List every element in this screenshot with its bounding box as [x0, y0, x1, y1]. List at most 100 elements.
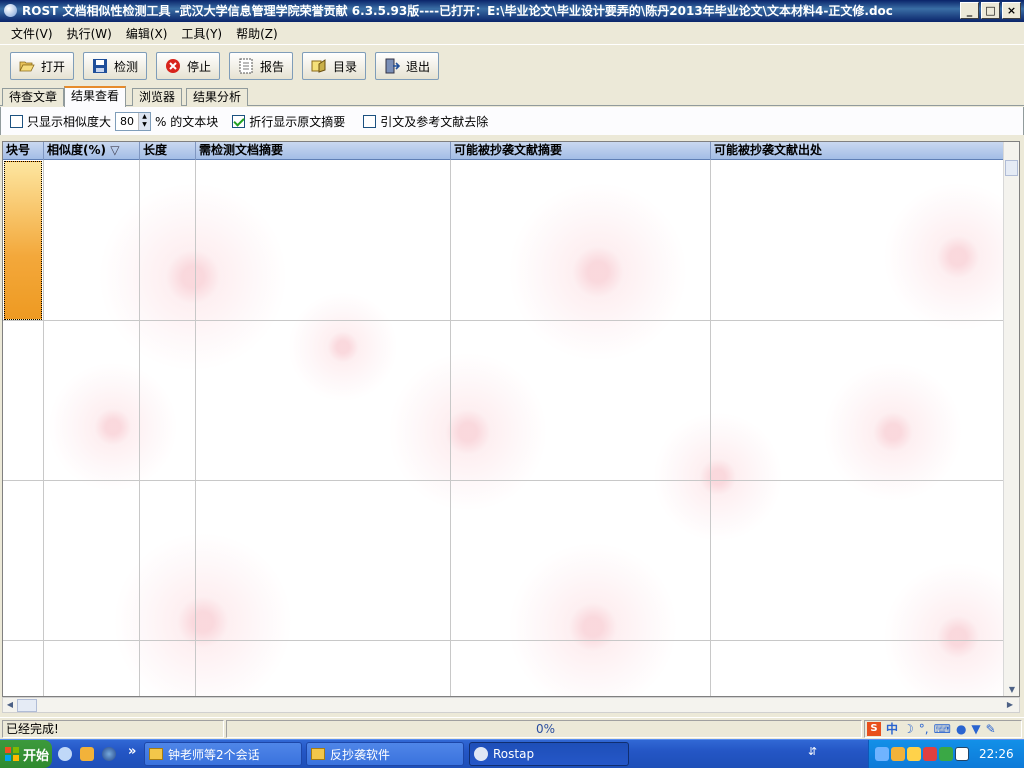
update-tray-icon[interactable]	[955, 747, 969, 761]
flower-watermark	[508, 182, 688, 362]
tab-strip: 待查文章 结果查看 浏览器 结果分析	[0, 86, 1024, 107]
vertical-scrollbar[interactable]: ▼	[1003, 142, 1019, 696]
taskbar-item-rostap-label: Rostap	[493, 747, 535, 761]
open-label: 打开	[41, 59, 66, 74]
col-length[interactable]: 长度	[140, 142, 196, 160]
scroll-right-icon[interactable]: ▶	[1003, 698, 1017, 712]
close-button[interactable]: ×	[1002, 2, 1021, 19]
network-tray-icon[interactable]	[875, 747, 889, 761]
quicklaunch-qq-icon[interactable]	[80, 747, 94, 761]
catalog-button[interactable]: 目录	[302, 52, 366, 80]
minimize-button[interactable]: _	[960, 2, 979, 19]
skin-icon[interactable]: ▼	[971, 721, 980, 737]
language-bar-icon[interactable]: ⇵	[808, 745, 817, 758]
qq-tray-icon[interactable]	[891, 747, 905, 761]
taskbar-item-folder[interactable]: 反抄袭软件	[306, 742, 464, 766]
folder-icon	[149, 748, 163, 760]
flower-watermark	[508, 542, 678, 696]
quicklaunch-network-icon[interactable]	[58, 747, 72, 761]
menu-tools[interactable]: 工具(Y)	[174, 25, 229, 42]
tab-result-view[interactable]: 结果查看	[64, 86, 127, 107]
status-message: 已经完成!	[2, 720, 224, 738]
sogou-ime-icon[interactable]: S	[867, 722, 881, 736]
chinese-mode-indicator[interactable]: 中	[886, 721, 898, 737]
stop-icon	[166, 59, 180, 73]
stop-label: 停止	[187, 59, 212, 74]
col-similarity-label: 相似度(%)	[47, 143, 106, 157]
detect-button[interactable]: 检测	[83, 52, 147, 80]
grid-divider	[710, 160, 711, 696]
scroll-down-icon[interactable]: ▼	[1004, 682, 1019, 696]
col-plagiarized-source-label: 可能被抄袭文献出处	[714, 143, 823, 157]
title-bar: ROST 文档相似性检测工具 -武汉大学信息管理学院荣誉贡献 6.3.5.93版…	[0, 0, 1024, 22]
punctuation-icon[interactable]: °,	[919, 721, 929, 737]
vertical-scroll-thumb[interactable]	[1005, 160, 1018, 176]
flower-watermark	[823, 362, 963, 502]
col-plagiarized-summary[interactable]: 可能被抄袭文献摘要	[451, 142, 711, 160]
spin-down-icon[interactable]: ▼	[139, 121, 151, 130]
menu-execute[interactable]: 执行(W)	[60, 25, 119, 42]
report-label: 报告	[260, 59, 285, 74]
catalog-icon	[311, 59, 326, 73]
clock[interactable]: 22:26	[979, 747, 1014, 761]
catalog-label: 目录	[333, 59, 358, 74]
system-tray: 22:26	[868, 740, 1024, 768]
col-similarity[interactable]: 相似度(%) ▽	[44, 142, 140, 160]
moon-icon[interactable]: ☽	[903, 721, 914, 737]
grid-row-divider	[3, 640, 1004, 641]
messenger-tray-icon[interactable]	[907, 747, 921, 761]
col-block-no[interactable]: 块号	[3, 142, 44, 160]
flower-watermark	[388, 352, 548, 512]
col-source-summary[interactable]: 需检测文档摘要	[196, 142, 451, 160]
folder-open-icon	[19, 61, 35, 72]
only-show-label: 只显示相似度大	[27, 114, 112, 129]
tab-result-analysis[interactable]: 结果分析	[186, 88, 249, 106]
flower-watermark	[288, 292, 398, 402]
menu-file[interactable]: 文件(V)	[4, 25, 60, 42]
wrap-checkbox[interactable]	[232, 114, 246, 128]
quicklaunch-browser-icon[interactable]	[102, 747, 116, 761]
taskbar-item-chat[interactable]: 钟老师等2个会话	[144, 742, 302, 766]
selected-cell[interactable]	[4, 161, 42, 320]
rost-app-icon	[474, 747, 488, 761]
scroll-left-icon[interactable]: ◀	[3, 698, 17, 712]
quicklaunch-chevron[interactable]: »	[128, 744, 136, 759]
user-icon[interactable]: ●	[956, 721, 966, 737]
spin-up-icon[interactable]: ▲	[139, 112, 151, 121]
options-bar: 只显示相似度大 80 ▲ ▼ % 的文本块 折行显示原文摘要 引文及参考文献去除	[0, 107, 1024, 135]
wrench-icon[interactable]: ✎	[986, 721, 996, 737]
start-button[interactable]: 开始	[0, 740, 52, 768]
horizontal-scrollbar[interactable]: ◀ ▶	[2, 697, 1020, 713]
wrap-label: 折行显示原文摘要	[249, 114, 346, 129]
grid-row-divider	[3, 480, 1004, 481]
threshold-value[interactable]: 80	[116, 115, 138, 128]
start-label: 开始	[23, 748, 50, 764]
keyboard-icon[interactable]: ⌨	[934, 721, 951, 737]
only-show-checkbox[interactable]	[10, 114, 23, 128]
threshold-suffix: % 的文本块	[155, 114, 219, 129]
threshold-spinner[interactable]: 80 ▲ ▼	[115, 111, 152, 131]
stop-button[interactable]: 停止	[156, 52, 220, 80]
exit-button[interactable]: 退出	[375, 52, 439, 80]
col-plagiarized-source[interactable]: 可能被抄袭文献出处	[711, 142, 1004, 160]
grid-divider	[43, 160, 44, 696]
report-icon	[239, 58, 253, 74]
taskbar-item-rostap[interactable]: Rostap	[469, 742, 629, 766]
remove-refs-label: 引文及参考文献去除	[380, 114, 489, 129]
shield-tray-icon[interactable]	[939, 747, 953, 761]
maximize-button[interactable]: □	[981, 2, 1000, 19]
horizontal-scroll-thumb[interactable]	[17, 699, 37, 712]
menu-edit[interactable]: 编辑(X)	[119, 25, 175, 42]
results-grid[interactable]: 块号 相似度(%) ▽ 长度 需检测文档摘要 可能被抄袭文献摘要 可能被抄袭文献…	[2, 141, 1020, 697]
open-button[interactable]: 打开	[10, 52, 74, 80]
col-block-no-label: 块号	[6, 143, 31, 157]
col-plagiarized-summary-label: 可能被抄袭文献摘要	[454, 143, 563, 157]
report-button[interactable]: 报告	[229, 52, 293, 80]
ime-toolbar: S 中 ☽ °, ⌨ ● ▼ ✎	[864, 720, 1022, 738]
menu-help[interactable]: 帮助(Z)	[229, 25, 285, 42]
tab-browser[interactable]: 浏览器	[132, 88, 183, 106]
toolbar: 打开 检测 停止 报告 目录 退出	[0, 44, 1024, 86]
security-tray-icon[interactable]	[923, 747, 937, 761]
tab-pending-article[interactable]: 待查文章	[2, 88, 65, 106]
remove-refs-checkbox[interactable]	[363, 114, 377, 128]
